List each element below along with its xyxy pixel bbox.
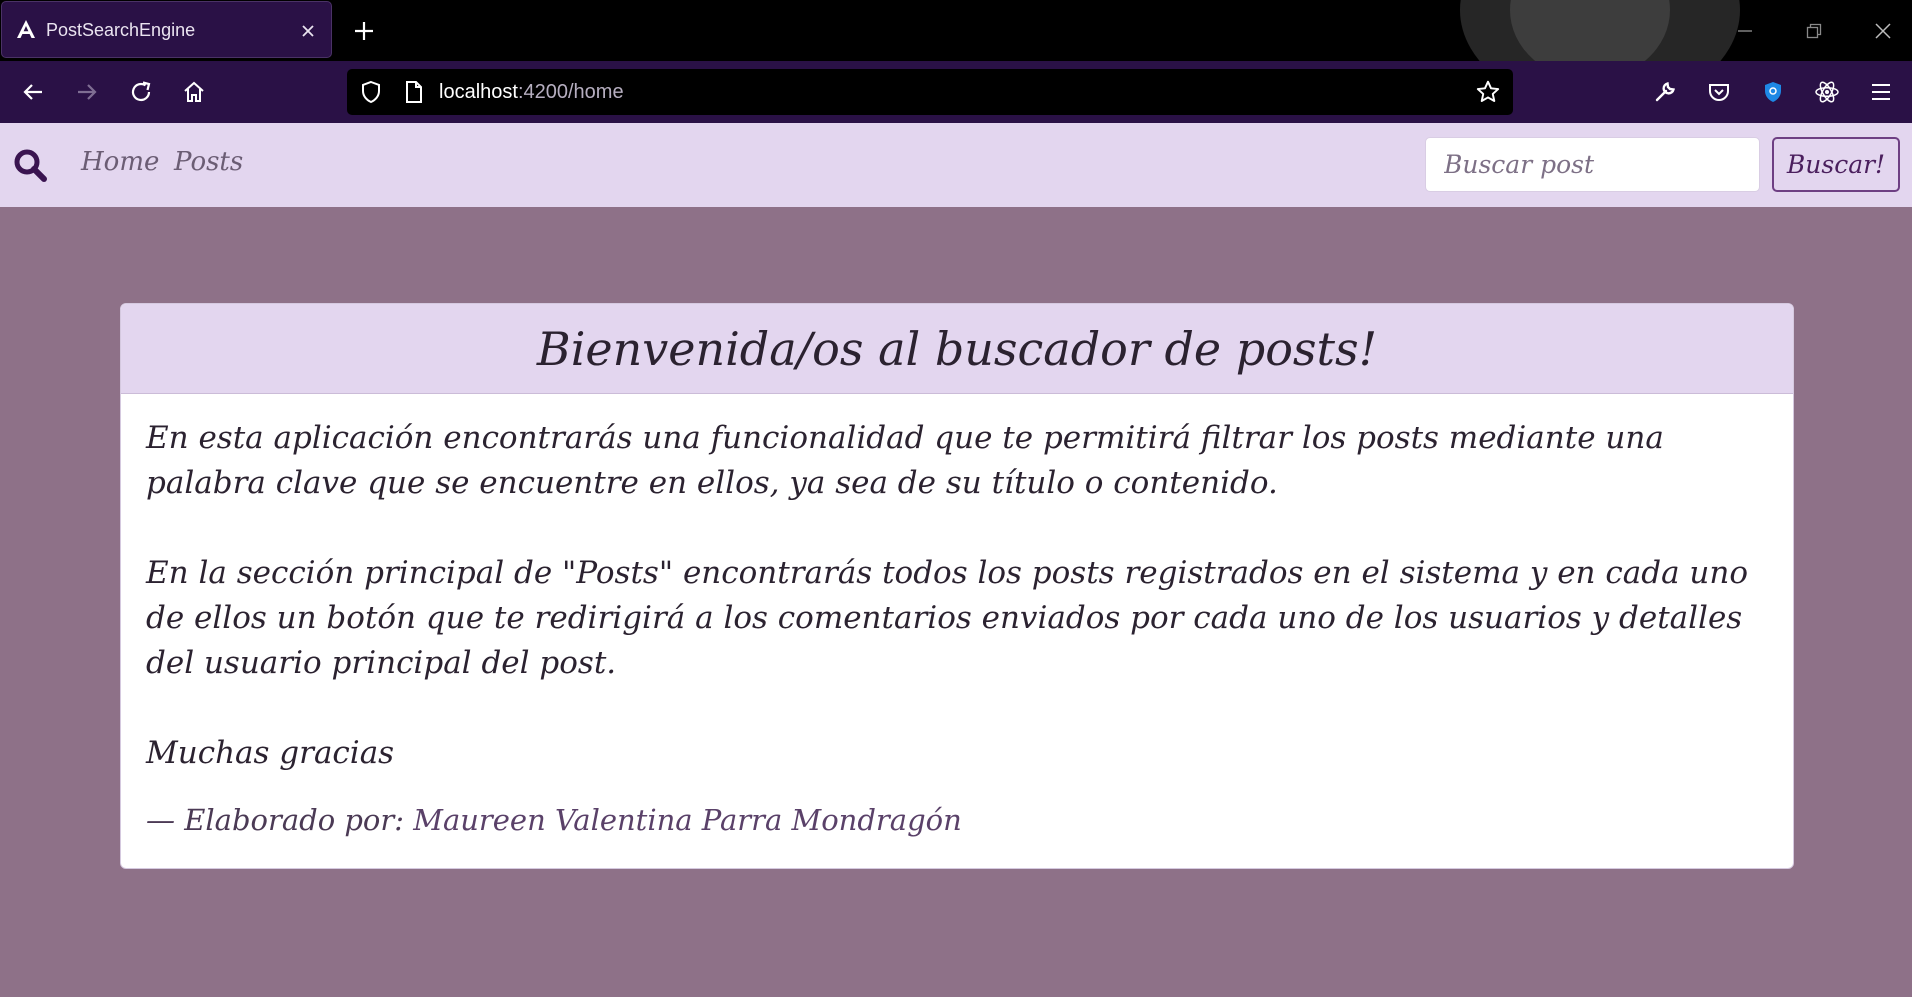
posts-paragraph: En la sección principal de "Posts" encon… <box>146 555 1748 681</box>
card-header: Bienvenida/os al buscador de posts! <box>121 304 1793 394</box>
author-name: Maureen Valentina Parra Mondragón <box>413 803 962 837</box>
close-window-icon[interactable] <box>1866 14 1900 48</box>
close-tab-icon[interactable] <box>296 19 320 43</box>
card-title: Bienvenida/os al buscador de posts! <box>536 321 1378 376</box>
firefox-watermark-inner <box>1510 0 1670 61</box>
tab-title: PostSearchEngine <box>46 20 196 40</box>
back-arrow-icon[interactable] <box>16 75 50 109</box>
bookmark-star-icon[interactable] <box>1475 79 1501 105</box>
minimize-window-icon[interactable] <box>1728 14 1762 48</box>
url-text[interactable]: localhost:4200/home <box>439 81 624 104</box>
thanks-text: Muchas gracias <box>146 735 395 771</box>
forward-arrow-icon[interactable] <box>70 75 104 109</box>
author-prefix: — Elaborado por: <box>146 803 405 837</box>
home-icon[interactable] <box>177 75 211 109</box>
pocket-icon[interactable] <box>1702 75 1736 109</box>
vpn-shield-icon[interactable] <box>1756 75 1790 109</box>
react-devtools-icon[interactable] <box>1810 75 1844 109</box>
browser-tab[interactable]: PostSearchEngine <box>1 1 332 58</box>
search-brand-icon[interactable] <box>12 147 48 183</box>
card-body: En esta aplicación encontrarás una funci… <box>146 416 1766 843</box>
browser-toolbar: localhost:4200/home <box>0 61 1912 123</box>
wrench-icon[interactable] <box>1648 75 1682 109</box>
reload-icon[interactable] <box>124 75 158 109</box>
author-footer: — Elaborado por: Maureen Valentina Parra… <box>146 798 1766 843</box>
welcome-card: Bienvenida/os al buscador de posts! En e… <box>120 303 1794 869</box>
url-path: :4200/home <box>517 81 624 103</box>
url-host: localhost <box>439 81 518 103</box>
tracking-shield-icon[interactable] <box>359 80 383 104</box>
nav-link-posts[interactable]: Posts <box>174 147 243 177</box>
browser-tab-bar: PostSearchEngine <box>0 0 1912 61</box>
search-input[interactable] <box>1425 137 1760 192</box>
angular-favicon-icon <box>16 18 36 42</box>
intro-paragraph: En esta aplicación encontrarás una funci… <box>146 420 1664 501</box>
restore-window-icon[interactable] <box>1797 14 1831 48</box>
address-bar[interactable]: localhost:4200/home <box>347 69 1513 115</box>
new-tab-icon[interactable] <box>350 17 378 45</box>
page-info-icon[interactable] <box>402 80 426 104</box>
nav-link-home[interactable]: Home <box>81 147 159 177</box>
app-navbar: Home Posts Buscar! <box>0 123 1912 207</box>
hamburger-menu-icon[interactable] <box>1864 75 1898 109</box>
search-button[interactable]: Buscar! <box>1772 137 1900 192</box>
